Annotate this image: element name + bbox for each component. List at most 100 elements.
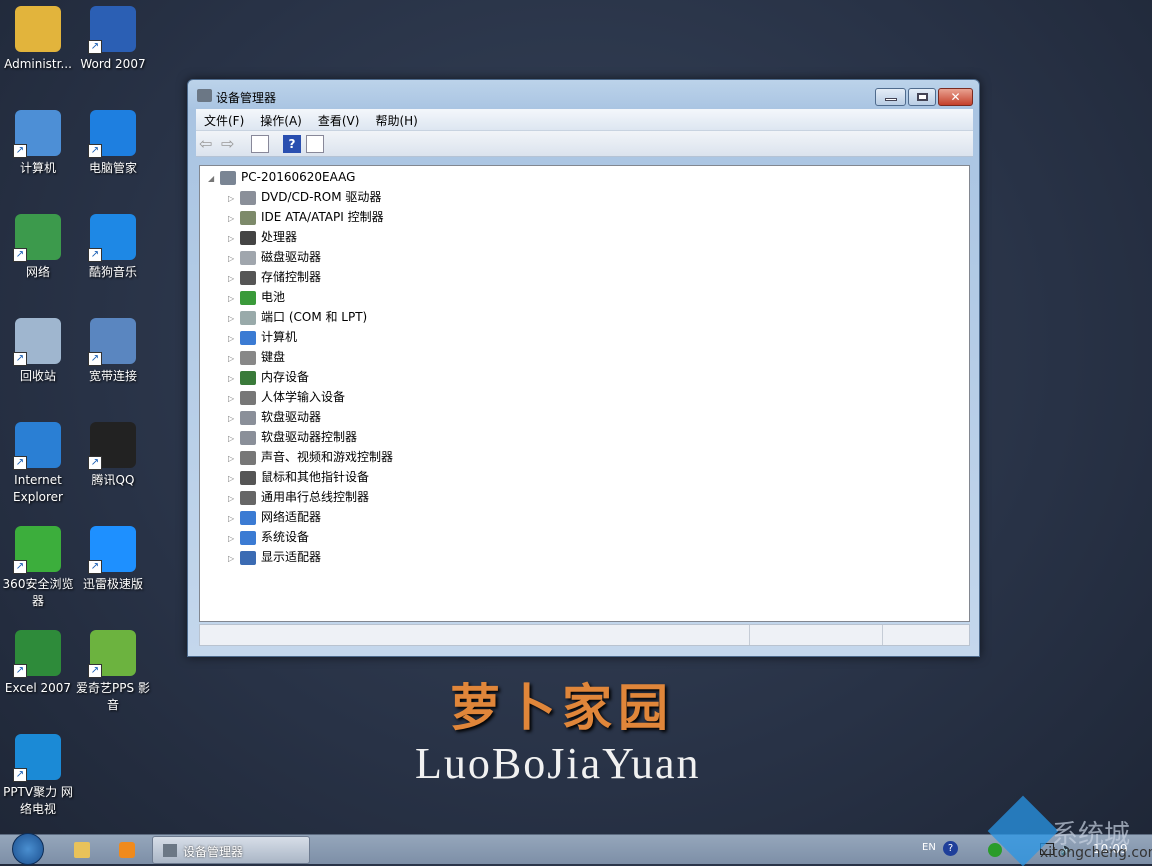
device-category-icon xyxy=(240,510,256,525)
device-manager-icon xyxy=(163,844,177,857)
device-category-icon xyxy=(240,370,256,385)
tree-item[interactable]: ▷ 存储控制器 xyxy=(228,267,321,287)
start-button[interactable] xyxy=(12,833,44,865)
desktop-icon[interactable]: ↗ 迅雷极速版 xyxy=(75,526,151,593)
tree-item[interactable]: ▷ 声音、视频和游戏控制器 xyxy=(228,447,393,467)
recycle-bin-icon: ↗ xyxy=(13,318,61,366)
desktop-icon[interactable]: ↗ Excel 2007 xyxy=(0,630,76,697)
language-indicator[interactable]: EN xyxy=(922,842,936,853)
help-tray-icon[interactable]: ? xyxy=(943,841,958,856)
expand-arrow-icon[interactable]: ▷ xyxy=(228,309,240,329)
tree-item-label: 计算机 xyxy=(261,330,298,344)
tree-item-label: 处理器 xyxy=(261,230,298,244)
tree-item[interactable]: ▷ 处理器 xyxy=(228,227,297,247)
tree-item-label: 软盘驱动器控制器 xyxy=(261,430,358,444)
menu-item[interactable]: 操作(A) xyxy=(252,109,310,132)
expand-arrow-icon[interactable]: ▷ xyxy=(228,209,240,229)
desktop-icon[interactable]: ↗ Internet Explorer xyxy=(0,422,76,506)
tree-item[interactable]: ▷ 内存设备 xyxy=(228,367,309,387)
device-category-icon xyxy=(240,410,256,425)
expand-arrow-icon[interactable]: ▷ xyxy=(228,349,240,369)
desktop-icon[interactable]: ↗ 回收站 xyxy=(0,318,76,385)
tree-item[interactable]: ▷ IDE ATA/ATAPI 控制器 xyxy=(228,207,384,227)
word-icon: ↗ xyxy=(88,6,136,54)
watermark-url: xitongcheng.com xyxy=(1040,845,1152,861)
tree-item[interactable]: ▷ 网络适配器 xyxy=(228,507,321,527)
tree-item[interactable]: ▷ 显示适配器 xyxy=(228,547,321,567)
desktop-icon[interactable]: Administr... xyxy=(0,6,76,73)
close-button[interactable]: ✕ xyxy=(938,88,973,106)
device-category-icon xyxy=(240,330,256,345)
tree-item[interactable]: ▷ 软盘驱动器 xyxy=(228,407,321,427)
menu-item[interactable]: 查看(V) xyxy=(310,109,368,132)
expand-arrow-icon[interactable]: ▷ xyxy=(228,549,240,569)
tree-item[interactable]: ▷ 电池 xyxy=(228,287,285,307)
expand-arrow-icon[interactable]: ▷ xyxy=(228,449,240,469)
expand-arrow-icon[interactable]: ▷ xyxy=(228,249,240,269)
expand-arrow-icon[interactable]: ▷ xyxy=(228,289,240,309)
tree-item-label: 电池 xyxy=(261,290,286,304)
expand-arrow-icon[interactable]: ▷ xyxy=(228,389,240,409)
help-icon[interactable]: ? xyxy=(283,135,301,153)
taskbar-item-device-manager[interactable]: 设备管理器 xyxy=(152,836,310,864)
desktop-icon[interactable]: ↗ 腾讯QQ xyxy=(75,422,151,489)
window-title: 设备管理器 xyxy=(216,91,277,105)
shortcut-arrow-icon: ↗ xyxy=(13,664,27,678)
desktop-icon[interactable]: ↗ 网络 xyxy=(0,214,76,281)
media-player-icon[interactable] xyxy=(119,842,135,858)
tree-item[interactable]: ▷ DVD/CD-ROM 驱动器 xyxy=(228,187,381,207)
collapse-arrow-icon[interactable]: ◢ xyxy=(208,169,220,189)
expand-arrow-icon[interactable]: ▷ xyxy=(228,229,240,249)
tree-item-label: IDE ATA/ATAPI 控制器 xyxy=(261,210,384,224)
expand-arrow-icon[interactable]: ▷ xyxy=(228,369,240,389)
menu-bar: 文件(F) 操作(A) 查看(V) 帮助(H) xyxy=(196,109,973,131)
expand-arrow-icon[interactable]: ▷ xyxy=(228,329,240,349)
expand-arrow-icon[interactable]: ▷ xyxy=(228,409,240,429)
tree-item-label: 显示适配器 xyxy=(261,550,322,564)
tree-item[interactable]: ▷ 软盘驱动器控制器 xyxy=(228,427,357,447)
expand-arrow-icon[interactable]: ▷ xyxy=(228,489,240,509)
desktop-icon[interactable]: ↗ 电脑管家 xyxy=(75,110,151,177)
tree-item[interactable]: ▷ 磁盘驱动器 xyxy=(228,247,321,267)
shortcut-arrow-icon: ↗ xyxy=(88,560,102,574)
desktop-icon[interactable]: ↗ 宽带连接 xyxy=(75,318,151,385)
back-arrow-icon[interactable]: ⇦ xyxy=(199,135,217,153)
tree-item-label: 人体学输入设备 xyxy=(261,390,346,404)
expand-arrow-icon[interactable]: ▷ xyxy=(228,469,240,489)
minimize-button[interactable] xyxy=(875,88,906,106)
maximize-button[interactable] xyxy=(908,88,936,106)
forward-arrow-icon[interactable]: ⇨ xyxy=(221,135,239,153)
expand-arrow-icon[interactable]: ▷ xyxy=(228,429,240,449)
desktop-icon[interactable]: ↗ Word 2007 xyxy=(75,6,151,73)
expand-arrow-icon[interactable]: ▷ xyxy=(228,269,240,289)
show-hide-console-tree-icon[interactable] xyxy=(251,135,269,153)
menu-item[interactable]: 文件(F) xyxy=(196,109,252,132)
explorer-icon[interactable] xyxy=(74,842,90,858)
device-category-icon xyxy=(240,430,256,445)
desktop-icon[interactable]: ↗ PPTV聚力 网络电视 xyxy=(0,734,76,818)
broadband-icon: ↗ xyxy=(88,318,136,366)
desktop-icon[interactable]: ↗ 爱奇艺PPS 影音 xyxy=(75,630,151,714)
xunlei-icon: ↗ xyxy=(88,526,136,574)
tree-item-label: 通用串行总线控制器 xyxy=(261,490,370,504)
tree-item[interactable]: ▷ 通用串行总线控制器 xyxy=(228,487,369,507)
tree-item[interactable]: ▷ 键盘 xyxy=(228,347,285,367)
device-category-icon xyxy=(240,550,256,565)
desktop-icon-label: 宽带连接 xyxy=(88,369,137,383)
tree-item[interactable]: ▷ 人体学输入设备 xyxy=(228,387,345,407)
expand-arrow-icon[interactable]: ▷ xyxy=(228,189,240,209)
desktop-icon[interactable]: ↗ 酷狗音乐 xyxy=(75,214,151,281)
expand-arrow-icon[interactable]: ▷ xyxy=(228,529,240,549)
safely-remove-icon[interactable] xyxy=(988,843,1002,857)
tree-item[interactable]: ▷ 系统设备 xyxy=(228,527,309,547)
tree-item[interactable]: ▷ 计算机 xyxy=(228,327,297,347)
tree-item[interactable]: ▷ 端口 (COM 和 LPT) xyxy=(228,307,367,327)
show-hide-action-pane-icon[interactable] xyxy=(306,135,324,153)
tree-root[interactable]: ◢ PC-20160620EAAG xyxy=(208,167,355,187)
desktop-icon[interactable]: ↗ 360安全浏览器 xyxy=(0,526,76,610)
expand-arrow-icon[interactable]: ▷ xyxy=(228,509,240,529)
shortcut-arrow-icon: ↗ xyxy=(88,664,102,678)
desktop-icon[interactable]: ↗ 计算机 xyxy=(0,110,76,177)
tree-item[interactable]: ▷ 鼠标和其他指针设备 xyxy=(228,467,369,487)
menu-item[interactable]: 帮助(H) xyxy=(367,109,425,132)
